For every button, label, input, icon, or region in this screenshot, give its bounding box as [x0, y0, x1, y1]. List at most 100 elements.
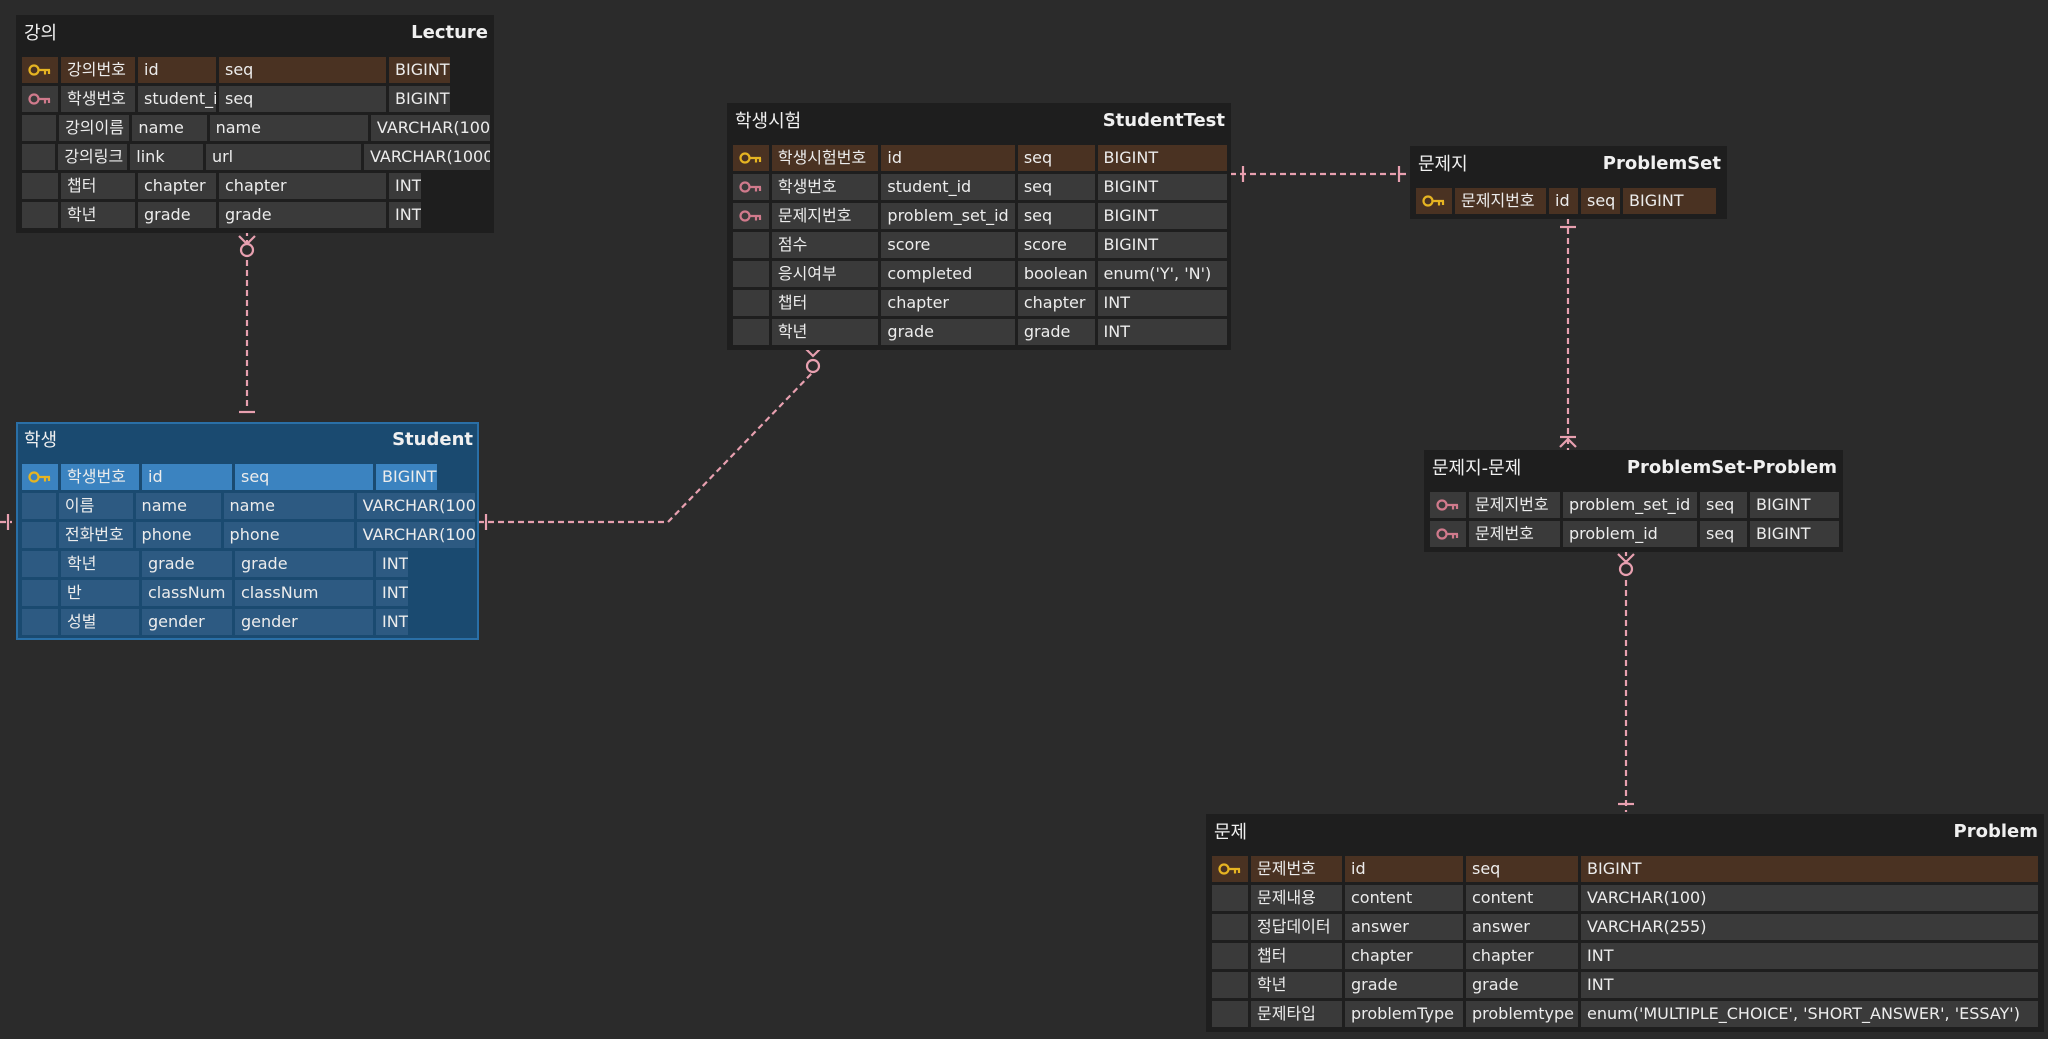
- primary-key-icon: [733, 145, 769, 171]
- domain-name: seq: [1700, 521, 1747, 547]
- data-type: BIGINT: [1623, 188, 1716, 214]
- column-row[interactable]: 학생번호 student_idseqBIGINT: [18, 86, 492, 112]
- data-type: INT: [376, 580, 409, 606]
- logical-column-name: 강의번호: [61, 57, 135, 83]
- column-row[interactable]: 문제지번호 problem_set_id seq BIGINT: [729, 203, 1229, 229]
- column-row[interactable]: 학생번호 student_id seq BIGINT: [729, 174, 1229, 200]
- column-row[interactable]: 문제지번호 problem_set_id seq BIGINT: [1426, 492, 1841, 518]
- key-cell: [22, 580, 58, 606]
- column-row[interactable]: 학생번호 id seq BIGINT: [18, 464, 477, 490]
- column-row[interactable]: 강의이름 name name VARCHAR(100): [18, 115, 492, 141]
- logical-column-name: 강의이름: [59, 115, 130, 141]
- key-cell: [1212, 914, 1248, 940]
- data-type: INT: [1581, 943, 2038, 969]
- column-row[interactable]: 학년 grade grade INT: [18, 551, 477, 577]
- column-row[interactable]: 문제타입 problemType problemtype enum('MULTIPLE…: [1208, 1001, 2042, 1027]
- column-row[interactable]: 챕터 chapter chapter INT: [18, 173, 492, 199]
- key-cell: [733, 261, 769, 287]
- column-row[interactable]: 학년 grade grade INT: [729, 319, 1229, 345]
- data-type: BIGINT: [1750, 492, 1839, 518]
- logical-name: 문제지: [1418, 154, 1468, 175]
- logical-name: 학생시험: [735, 111, 802, 132]
- zero-marker: [805, 358, 821, 374]
- logical-column-name: 학년: [771, 319, 879, 345]
- key-cell: [22, 202, 58, 228]
- physical-column-name: id: [1345, 856, 1463, 882]
- table-student[interactable]: 학생 Student 학생번호 id seq BIGINT 이름 name name VARC…: [16, 422, 479, 640]
- foreign-key-icon: [733, 174, 769, 200]
- column-row[interactable]: 챕터 chapter chapter INT: [729, 290, 1229, 316]
- column-row[interactable]: 문제번호 problem_id seq BIGINT: [1426, 521, 1841, 547]
- data-type: INT: [1097, 319, 1227, 345]
- column-row[interactable]: 강의번호 id seq BIGINT: [18, 57, 492, 83]
- physical-column-name: grade: [881, 319, 1015, 345]
- physical-column-name: phone: [135, 522, 221, 548]
- logical-column-name: 챕터: [771, 290, 879, 316]
- table-studenttest[interactable]: 학생시험 StudentTest 학생시험번호 id seq BIGINT 학생번호 st…: [727, 103, 1231, 350]
- column-row[interactable]: 학년 grade grade INT: [18, 202, 492, 228]
- logical-column-name: 전화번호: [58, 522, 133, 548]
- data-type: VARCHAR(100): [1581, 885, 2038, 911]
- data-type: INT: [1097, 290, 1227, 316]
- key-cell: [22, 609, 58, 635]
- relation-student-studenttest[interactable]: [478, 371, 814, 524]
- physical-column-name: grade: [142, 551, 232, 577]
- domain-name: boolean: [1017, 261, 1095, 287]
- logical-column-name: 응시여부: [771, 261, 879, 287]
- physical-column-name: classNum: [142, 580, 232, 606]
- logical-column-name: 문제내용: [1251, 885, 1342, 911]
- domain-name: seq: [1466, 856, 1578, 882]
- table-lecture[interactable]: 강의 Lecture 강의번호 id seq BIGINT 학생번호 student_i…: [16, 15, 494, 233]
- physical-column-name: id: [1549, 188, 1578, 214]
- column-row[interactable]: 학생시험번호 id seq BIGINT: [729, 145, 1229, 171]
- logical-column-name: 문제번호: [1251, 856, 1342, 882]
- primary-key-icon: [1212, 856, 1248, 882]
- key-cell: [22, 493, 56, 519]
- logical-name: 문제지-문제: [1432, 458, 1522, 479]
- table-problemset-problem[interactable]: 문제지-문제 ProblemSet-Problem 문제지번호 problem_s…: [1424, 450, 1843, 552]
- column-row[interactable]: 성별 gender gender INT: [18, 609, 477, 635]
- column-row[interactable]: 반 classNum classNum INT: [18, 580, 477, 606]
- column-row[interactable]: 문제번호 id seq BIGINT: [1208, 856, 2042, 882]
- column-row[interactable]: 이름 name name VARCHAR(100): [18, 493, 477, 519]
- logical-column-name: 정답데이터: [1251, 914, 1342, 940]
- key-cell: [1212, 1001, 1248, 1027]
- domain-name: answer: [1466, 914, 1578, 940]
- physical-column-name: id: [142, 464, 232, 490]
- domain-name: seq: [235, 464, 373, 490]
- physical-name: Problem: [1953, 820, 2038, 842]
- column-row[interactable]: 점수 score score BIGINT: [729, 232, 1229, 258]
- column-row[interactable]: 전화번호 phone phone VARCHAR(100): [18, 522, 477, 548]
- column-row[interactable]: 학년 grade grade INT: [1208, 972, 2042, 998]
- domain-name: seq: [1017, 174, 1095, 200]
- column-row[interactable]: 강의링크 link url VARCHAR(1000): [18, 144, 492, 170]
- logical-name: 학생: [24, 430, 58, 451]
- domain-name: grade: [1017, 319, 1095, 345]
- domain-name: chapter: [219, 173, 386, 199]
- domain-name: classNum: [235, 580, 373, 606]
- foreign-key-icon: [22, 86, 58, 112]
- physical-name: StudentTest: [1102, 109, 1225, 131]
- table-problemset[interactable]: 문제지 ProblemSet 문제지번호 id seq BIGINT: [1410, 146, 1727, 219]
- foreign-key-icon: [1430, 521, 1466, 547]
- physical-column-name: id: [138, 57, 216, 83]
- column-row[interactable]: 문제내용 content content VARCHAR(100): [1208, 885, 2042, 911]
- column-row[interactable]: 문제지번호 id seq BIGINT: [1412, 188, 1725, 214]
- physical-column-name: score: [881, 232, 1015, 258]
- logical-column-name: 학생번호: [61, 86, 135, 112]
- data-type: INT: [376, 551, 409, 577]
- column-row[interactable]: 정답데이터 answer answer VARCHAR(255): [1208, 914, 2042, 940]
- physical-column-name: problem_id: [1563, 521, 1697, 547]
- physical-column-name: problem_set_id: [881, 203, 1015, 229]
- column-row[interactable]: 응시여부 completed boolean enum('Y', 'N'): [729, 261, 1229, 287]
- key-cell: [22, 551, 58, 577]
- data-type: INT: [389, 202, 422, 228]
- domain-name: name: [223, 493, 354, 519]
- physical-name: ProblemSet-Problem: [1626, 456, 1837, 478]
- physical-column-name: grade: [1345, 972, 1463, 998]
- domain-name: phone: [223, 522, 354, 548]
- domain-name: seq: [1700, 492, 1747, 518]
- physical-name: ProblemSet: [1602, 152, 1721, 174]
- column-row[interactable]: 챕터 chapter chapter INT: [1208, 943, 2042, 969]
- table-problem[interactable]: 문제 Problem 문제번호 id seq BIGINT 문제내용 content con…: [1206, 814, 2044, 1032]
